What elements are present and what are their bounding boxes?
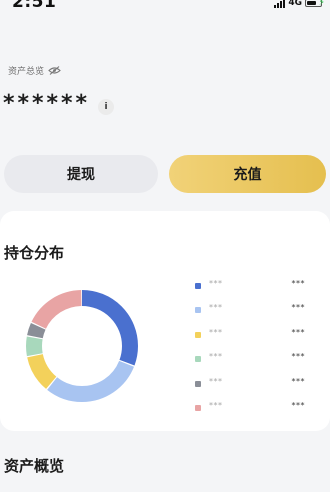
asset-label: 资产总览 bbox=[8, 67, 45, 77]
asset-balance-row: ****** i bbox=[3, 91, 115, 116]
legend-label: *** bbox=[209, 327, 223, 337]
legend-label: *** bbox=[209, 303, 223, 313]
signal-icon bbox=[274, 0, 286, 8]
legend-label: *** bbox=[209, 376, 223, 386]
legend-value: *** bbox=[291, 400, 305, 410]
battery-icon: ⚡ bbox=[305, 0, 325, 8]
legend-label: *** bbox=[209, 352, 223, 362]
legend-item-4: *** *** bbox=[195, 352, 305, 377]
info-icon[interactable]: i bbox=[98, 99, 115, 115]
holdings-donut-chart bbox=[26, 290, 138, 402]
legend-swatch bbox=[195, 331, 201, 338]
holdings-legend: *** *** *** *** *** *** *** *** *** *** *** *** bbox=[195, 279, 305, 426]
legend-value: *** bbox=[291, 327, 305, 337]
withdraw-button[interactable]: 提现 bbox=[4, 155, 158, 193]
legend-swatch bbox=[195, 307, 201, 314]
status-bar: 2:51 4G ⚡ bbox=[0, 0, 330, 14]
holdings-title: 持仓分布 bbox=[4, 244, 65, 262]
legend-label: *** bbox=[209, 400, 223, 410]
legend-value: *** bbox=[291, 279, 305, 288]
legend-item-2: *** *** bbox=[195, 303, 305, 328]
eye-slash-icon[interactable] bbox=[48, 66, 61, 75]
legend-item-6: *** *** bbox=[195, 400, 305, 426]
legend-value: *** bbox=[291, 303, 305, 313]
legend-value: *** bbox=[291, 376, 305, 386]
legend-item-5: *** *** bbox=[195, 376, 305, 402]
legend-value: *** bbox=[291, 352, 305, 362]
asset-balance: ****** bbox=[3, 91, 91, 116]
legend-swatch bbox=[195, 356, 201, 363]
status-time: 2:51 bbox=[12, 0, 57, 12]
legend-swatch bbox=[195, 283, 201, 289]
legend-swatch bbox=[195, 380, 201, 387]
asset-label-row: 资产总览 bbox=[8, 64, 61, 77]
legend-swatch bbox=[195, 404, 201, 411]
network-label: 4G bbox=[288, 0, 302, 8]
recharge-button[interactable]: 充值 bbox=[169, 155, 326, 193]
overview-title: 资产概览 bbox=[4, 457, 65, 475]
legend-item-3: *** *** bbox=[195, 327, 305, 353]
status-indicators: 4G ⚡ bbox=[274, 0, 325, 9]
app-screen: 2:51 4G ⚡ 资产总览 ****** i 提现 充值 持仓分布 *** **… bbox=[0, 0, 330, 492]
legend-label: *** bbox=[209, 279, 223, 288]
legend-item-1: *** *** bbox=[195, 279, 305, 304]
